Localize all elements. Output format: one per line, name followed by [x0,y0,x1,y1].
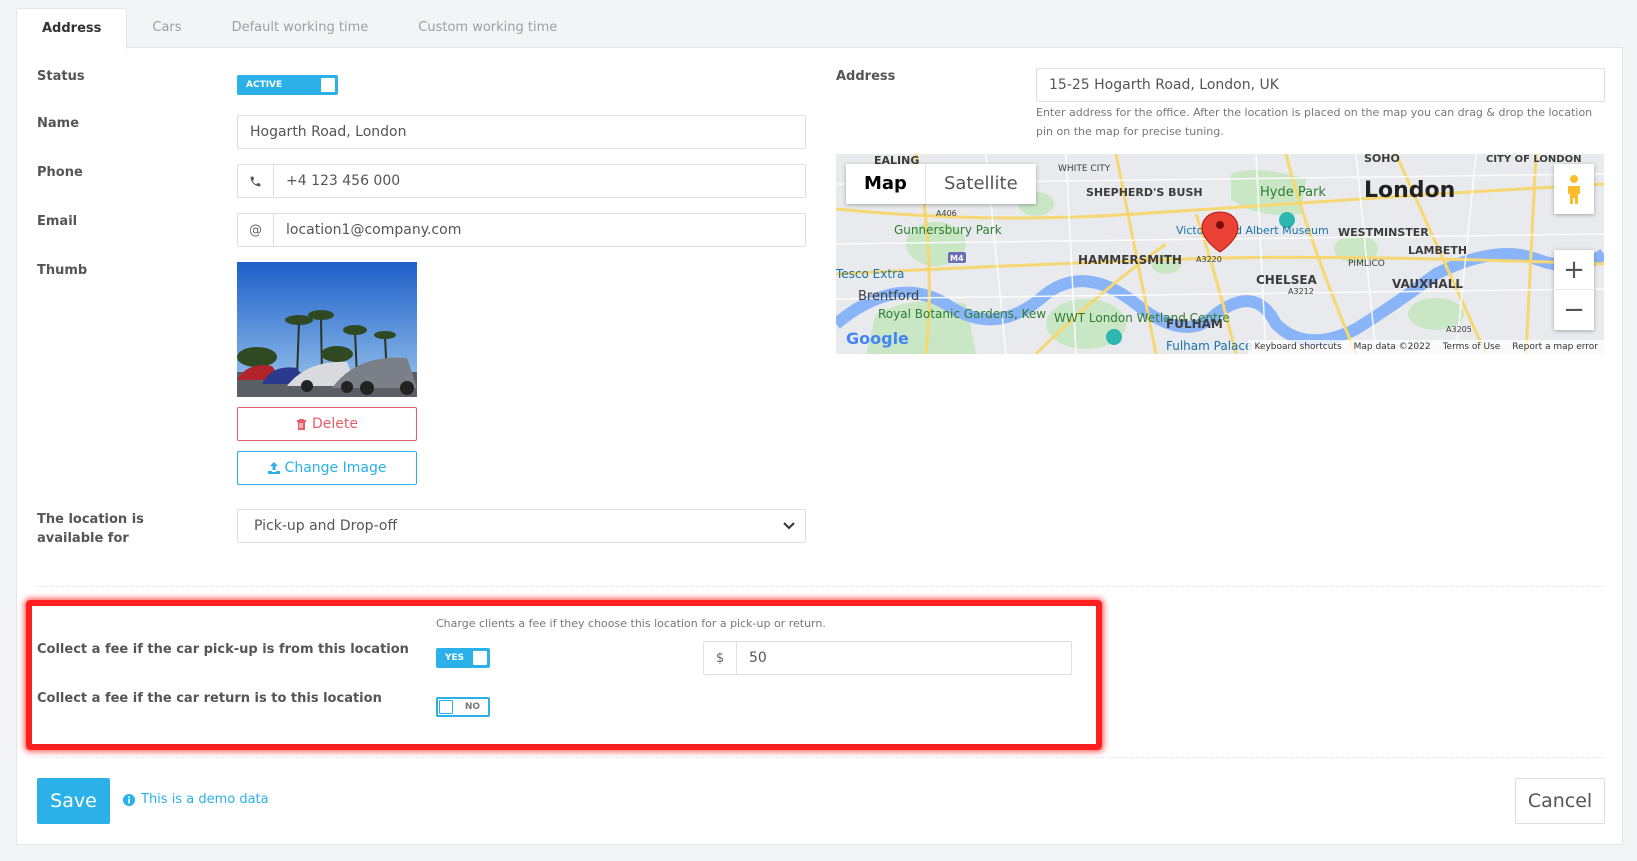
section-divider-bottom [36,757,1604,758]
map-label-chelsea: CHELSEA [1256,273,1318,287]
map-label-hammersmith: HAMMERSMITH [1078,253,1182,267]
map-label-fulham: FULHAM [1166,317,1223,331]
status-toggle-knob [321,78,335,92]
map-keyboard-shortcuts-link[interactable]: Keyboard shortcuts [1254,342,1341,352]
delete-image-label: Delete [312,416,358,432]
address-help-text: Enter address for the office. After the … [1036,106,1593,138]
map-label-a3205: A3205 [1446,325,1472,334]
map-type-satellite[interactable]: Satellite [926,164,1036,204]
map-label-fulham-palace: Fulham Palace [1166,339,1252,353]
email-label: Email [37,214,78,229]
map-label-a3212: A3212 [1288,287,1314,296]
name-input[interactable]: Hogarth Road, London [237,115,806,149]
availability-select[interactable]: Pick-up and Drop-off [237,509,806,543]
tab-cars[interactable]: Cars [127,8,206,48]
chevron-down-icon [783,522,795,530]
thumb-label: Thumb [37,263,88,278]
map-label-soho: SOHO [1364,154,1400,165]
pickup-fee-toggle-text: YES [445,653,465,663]
at-icon: @ [238,214,274,246]
tab-bar: Address Cars Default working time Custom… [16,8,582,49]
map-label-m4: M4 [950,254,964,263]
cancel-button[interactable]: Cancel [1515,778,1605,824]
map-terms-link[interactable]: Terms of Use [1443,342,1501,352]
map-label-royal-botanic: Royal Botanic Gardens, Kew [878,307,1046,321]
map-label-lambeth: LAMBETH [1408,244,1467,257]
section-divider-top [36,586,1604,587]
map-label-a406: A406 [936,209,957,218]
google-logo: Google [846,329,909,348]
save-button[interactable]: Save [37,778,110,824]
fee-amount-input[interactable]: $ 50 [703,641,1072,675]
return-fee-toggle-text: NO [464,702,480,712]
demo-data-text: This is a demo data [141,792,269,807]
return-fee-toggle[interactable]: NO [436,697,490,717]
map-label-white-city: WHITE CITY [1058,164,1111,174]
delete-image-button[interactable]: Delete [237,407,417,441]
fee-help-text: Charge clients a fee if they choose this… [436,617,826,630]
tab-address[interactable]: Address [16,8,128,49]
location-map[interactable]: EALING WHITE CITY SHEPHERD'S BUSH SOHO C… [836,154,1604,354]
map-label-westminster: WESTMINSTER [1338,226,1429,239]
map-label-pimlico: PIMLICO [1348,259,1385,269]
map-label-hyde-park: Hyde Park [1260,185,1326,200]
demo-data-note: This is a demo data [123,792,269,807]
info-icon [123,793,135,806]
address-input-value: 15-25 Hogarth Road, London, UK [1049,77,1279,93]
name-input-value: Hogarth Road, London [250,124,407,140]
tab-custom-working-time[interactable]: Custom working time [393,8,582,48]
map-label-london: London [1364,178,1455,203]
map-attribution: Keyboard shortcuts Map data ©2022 Terms … [1248,340,1604,354]
pickup-fee-label: Collect a fee if the car pick-up is from… [37,642,409,657]
map-label-tesco-extra: Tesco Extra [836,267,904,281]
availability-select-value: Pick-up and Drop-off [254,518,398,534]
upload-icon [267,462,280,474]
email-input[interactable]: @ location1@company.com [237,213,806,247]
street-view-pegman-icon[interactable] [1554,164,1594,214]
status-label: Status [37,69,85,84]
address-input[interactable]: 15-25 Hogarth Road, London, UK [1036,68,1605,102]
dollar-icon: $ [704,642,737,674]
phone-input-value: +4 123 456 000 [286,173,401,189]
map-report-error-link[interactable]: Report a map error [1512,342,1598,352]
pickup-fee-toggle[interactable]: YES [436,648,490,668]
pickup-fee-toggle-knob [473,651,487,665]
status-toggle-text: ACTIVE [246,80,283,90]
trash-icon [297,419,306,430]
return-fee-toggle-knob [439,700,453,714]
thumb-image [237,262,417,397]
availability-label: The location is available for [37,512,144,546]
change-image-label: Change Image [284,460,387,476]
map-type-control: Map Satellite [846,164,1036,204]
map-label-brentford: Brentford [858,289,919,304]
status-toggle[interactable]: ACTIVE [237,75,338,95]
zoom-out-button[interactable]: − [1554,290,1594,330]
email-input-value: location1@company.com [286,222,462,238]
name-label: Name [37,116,80,131]
zoom-control: + − [1554,250,1594,330]
phone-input[interactable]: +4 123 456 000 [237,164,806,198]
map-type-map[interactable]: Map [846,164,926,204]
phone-label: Phone [37,165,83,180]
fee-amount-value: 50 [749,650,767,666]
tab-default-working-time[interactable]: Default working time [207,8,394,48]
map-label-victoria-albert: Victoria and Albert Museum [1176,224,1329,237]
return-fee-label: Collect a fee if the car return is to th… [37,691,382,706]
map-label-a3220: A3220 [1196,255,1222,264]
map-label-shepherds-bush: SHEPHERD'S BUSH [1086,186,1203,199]
zoom-in-button[interactable]: + [1554,250,1594,290]
address-label: Address [836,69,896,84]
phone-icon [238,165,274,197]
map-label-gunnersbury-park: Gunnersbury Park [894,223,1002,237]
change-image-button[interactable]: Change Image [237,451,417,485]
map-label-vauxhall: VAUXHALL [1392,277,1463,291]
map-data-text: Map data ©2022 [1353,342,1431,352]
